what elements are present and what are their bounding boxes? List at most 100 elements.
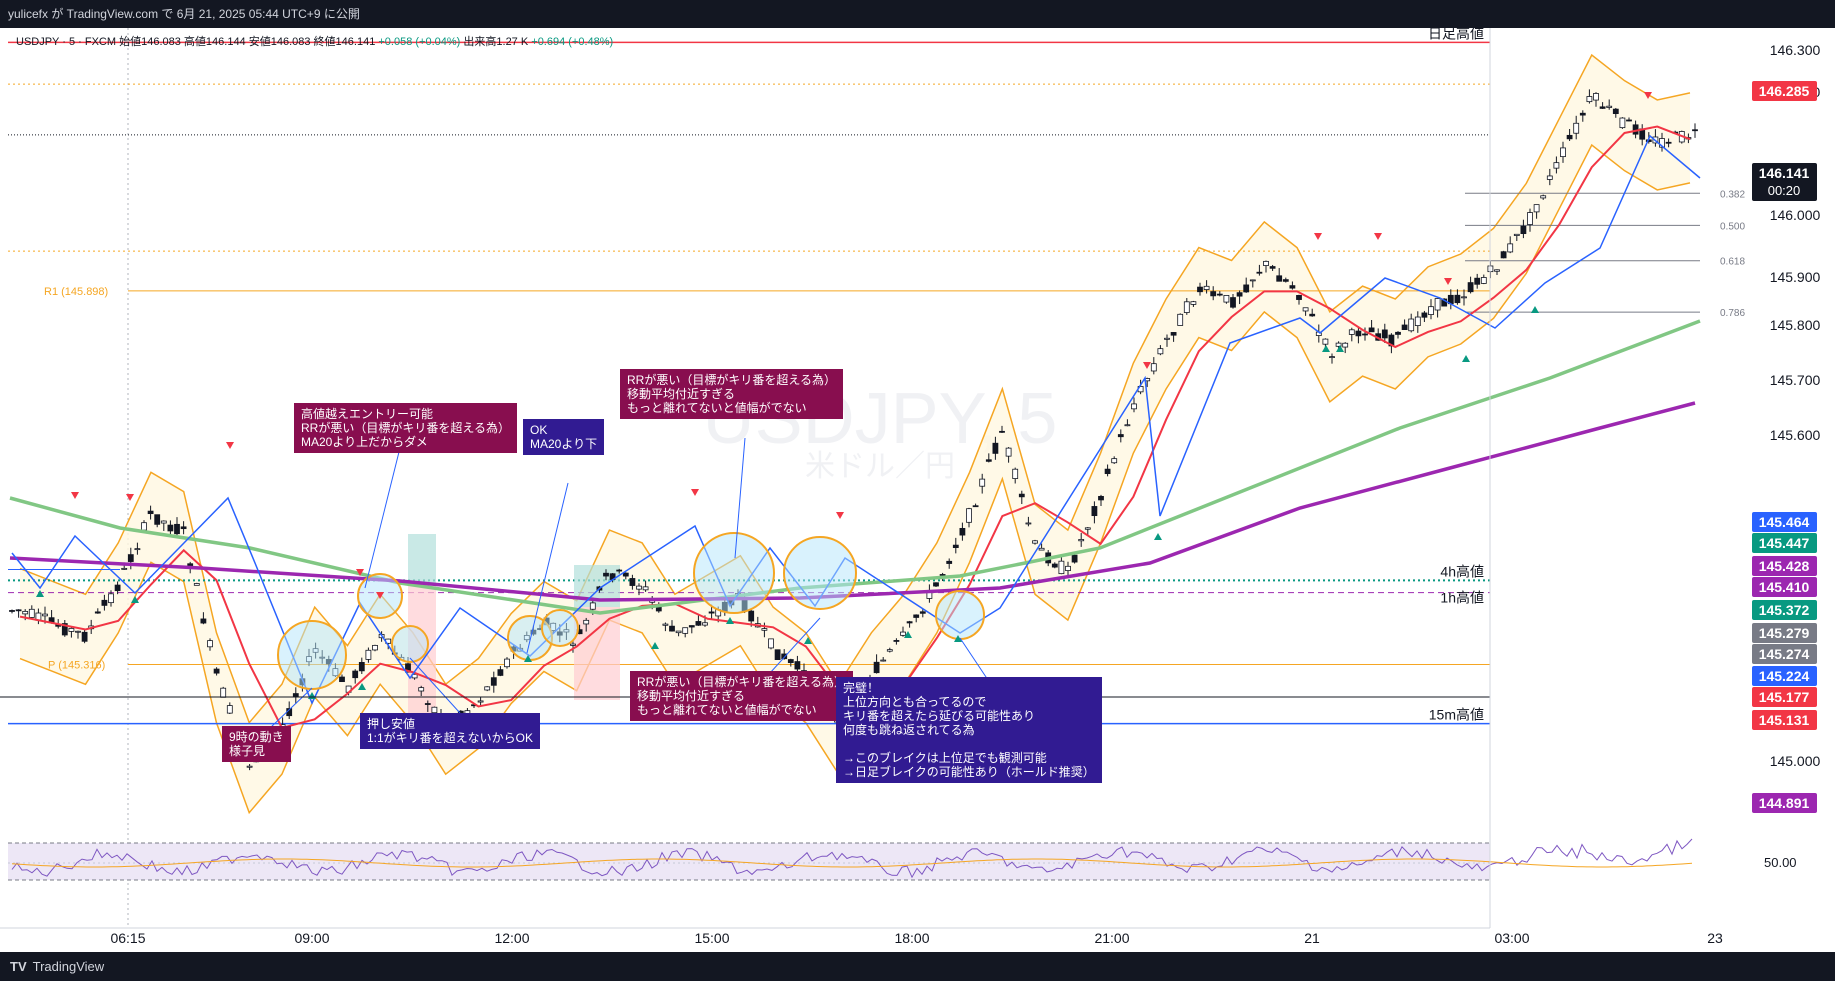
candle-body [121,567,128,570]
candle-body [352,670,359,679]
fib-label: 0.618 [1720,257,1745,268]
time-tick: 18:00 [894,930,929,946]
candle-body [952,544,959,549]
candle-body [101,599,108,606]
candle-body [1124,424,1131,427]
candle-body [504,658,510,668]
candle-body [28,608,35,618]
candle-body [114,584,121,592]
candle-body [75,630,81,633]
candle-body [127,554,134,562]
countdown-label: 00:20 [1768,183,1801,198]
candle-body [669,625,675,632]
level-label: 日足高値 [1428,28,1484,41]
candle-body [1302,307,1309,312]
candle-body [1071,554,1078,563]
candle-body [108,593,114,604]
candle-body [1058,560,1065,575]
candle-body [477,700,484,703]
swing-high-marker [691,489,699,496]
candle-body [220,687,227,698]
price-tick: 145.700 [1770,372,1821,388]
candle-body [431,706,438,714]
candle-body [94,611,101,614]
candle-body [1408,318,1415,332]
price-label: 145.224 [1759,668,1810,684]
candle-body [959,527,966,536]
candle-body [1269,266,1276,269]
candle-body [141,522,147,531]
candle-body [292,693,299,697]
time-tick: 23 [1707,930,1723,946]
price-chart[interactable]: USDJPY, 5米ドル／円 R2 (146.350)R1 (145.898)P… [0,28,1835,952]
candle-body [424,703,431,705]
candle-body [1692,129,1698,132]
time-tick: 12:00 [494,930,529,946]
candle-body [1395,331,1401,335]
candle-body [358,662,365,672]
fib-label: 0.786 [1720,308,1745,319]
candle-body [1474,277,1481,285]
candle-body [794,661,801,670]
candle-body [1606,105,1613,108]
candle-body [873,661,880,674]
candle-body [207,640,213,648]
candle-body [1190,301,1197,305]
candle-body [1355,330,1362,337]
candle-body [761,628,768,631]
symbol-info: USDJPY · 5 · FXCM 始値146.083 高値146.144 安値… [16,33,613,49]
footer-brand: TradingView [32,959,105,974]
candle-body [589,602,596,610]
candle-body [900,631,906,636]
candle-body [1593,93,1599,101]
stop-zone [574,607,620,700]
price-tick: 145.000 [1770,753,1821,769]
candle-body [1289,285,1296,289]
candle-body [154,514,161,525]
candle-body [9,610,15,612]
candle-body [919,611,926,614]
candle-body [365,649,372,660]
annotation-note: 完璧！ 上位方向とも合ってるので キリ番を超えたら延びる可能性あり 何度も跳ね返… [836,677,1102,783]
time-tick: 03:00 [1494,930,1529,946]
candle-body [1157,348,1164,355]
price-label: 145.372 [1759,602,1810,618]
candle-body [15,609,22,612]
candle-body [1461,296,1467,299]
candle-body [985,459,992,462]
candle-body [1540,195,1547,199]
highlight-circle [783,536,857,610]
highlight-circle [391,625,429,663]
candle-body [1183,301,1190,313]
candle-body [1012,468,1019,479]
watermark-name: 米ドル／円 [805,450,955,483]
candle-body [1573,122,1580,134]
candle-body [603,572,609,577]
candle-body [1381,329,1388,339]
highlight-circle [935,590,985,640]
price-label: 145.177 [1759,689,1810,705]
candle-body [1131,403,1137,410]
candle-body [774,649,781,660]
candle-body [992,442,999,454]
candle-body [1065,565,1071,571]
tradingview-logo-icon: TV [10,959,27,974]
candle-body [966,508,972,523]
candle-body [372,644,378,651]
candle-body [695,621,702,626]
candle-body [1150,363,1157,372]
candle-body [1223,295,1230,303]
candle-body [1342,342,1349,348]
publish-text: yulicefx が TradingView.com で 6月 21, 2025… [8,7,360,21]
candle-body [1170,332,1177,336]
candle-body [1296,295,1302,300]
price-label: 146.285 [1759,83,1810,99]
candle-body [1428,306,1434,315]
price-tick: 146.000 [1770,207,1821,223]
swing-high-marker [71,492,79,499]
candle-body [946,560,953,564]
candle-body [1619,117,1626,129]
candle-body [1197,286,1203,293]
candle-body [246,765,253,768]
pivot-label: P (145.316) [48,660,105,672]
